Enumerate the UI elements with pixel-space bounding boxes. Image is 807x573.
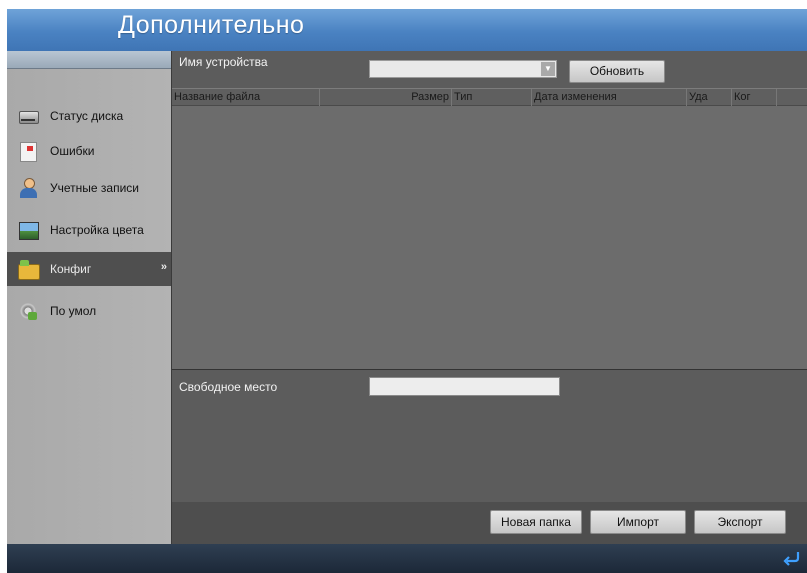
color-settings-icon bbox=[18, 220, 39, 240]
advanced-window: Дополнительно Статус диска Ошибки Учетны… bbox=[7, 9, 807, 573]
back-icon[interactable] bbox=[783, 550, 801, 566]
free-space-label: Свободное место bbox=[179, 380, 278, 394]
sidebar-item-config[interactable]: Конфиг » bbox=[7, 252, 171, 286]
sidebar: Статус диска Ошибки Учетные записи Настр… bbox=[7, 51, 172, 544]
sidebar-item-label: Ошибки bbox=[50, 144, 95, 158]
export-button[interactable]: Экспорт bbox=[694, 510, 786, 534]
column-header-file-name[interactable]: Название файла bbox=[172, 89, 320, 106]
device-name-label: Имя устройства bbox=[179, 55, 268, 69]
sidebar-item-label: Учетные записи bbox=[50, 181, 139, 195]
footer-bar bbox=[7, 544, 807, 573]
sidebar-item-disk-status[interactable]: Статус диска bbox=[7, 99, 171, 133]
file-table-header: Название файла Размер Тип Дата изменения… bbox=[172, 89, 807, 106]
column-header-type[interactable]: Тип bbox=[452, 89, 532, 106]
sidebar-item-label: Конфиг bbox=[50, 262, 92, 276]
error-log-icon bbox=[18, 141, 38, 162]
column-header-delete[interactable]: Уда bbox=[687, 89, 732, 106]
refresh-button[interactable]: Обновить bbox=[569, 60, 665, 83]
window-title: Дополнительно bbox=[118, 11, 305, 39]
device-select[interactable]: ▼ bbox=[369, 60, 557, 78]
sidebar-item-label: Статус диска bbox=[50, 109, 124, 123]
dropdown-arrow-icon[interactable]: ▼ bbox=[541, 62, 555, 76]
new-folder-button[interactable]: Новая папка bbox=[490, 510, 582, 534]
column-header-size[interactable]: Размер bbox=[320, 89, 452, 106]
title-bar: Дополнительно bbox=[7, 9, 807, 51]
sidebar-item-color-settings[interactable]: Настройка цвета bbox=[7, 213, 171, 247]
sidebar-item-label: По умол bbox=[50, 304, 97, 318]
sidebar-item-label: Настройка цвета bbox=[50, 223, 144, 237]
user-icon bbox=[18, 178, 38, 198]
config-panel: Имя устройства ▼ Обновить Название файла… bbox=[172, 51, 807, 544]
column-header-copy[interactable]: Ког bbox=[732, 89, 777, 106]
sidebar-header bbox=[7, 51, 171, 69]
disk-icon bbox=[18, 106, 39, 126]
column-header-modified-date[interactable]: Дата изменения bbox=[532, 89, 687, 106]
config-folder-icon bbox=[18, 259, 40, 280]
sidebar-item-accounts[interactable]: Учетные записи bbox=[7, 171, 171, 205]
import-button[interactable]: Импорт bbox=[590, 510, 686, 534]
chevron-right-icon: » bbox=[160, 261, 167, 273]
default-settings-icon bbox=[18, 301, 38, 321]
free-space-field bbox=[369, 377, 560, 396]
file-table[interactable]: Название файла Размер Тип Дата изменения… bbox=[172, 88, 807, 370]
sidebar-item-defaults[interactable]: По умол bbox=[7, 294, 171, 328]
sidebar-item-errors[interactable]: Ошибки bbox=[7, 134, 171, 168]
